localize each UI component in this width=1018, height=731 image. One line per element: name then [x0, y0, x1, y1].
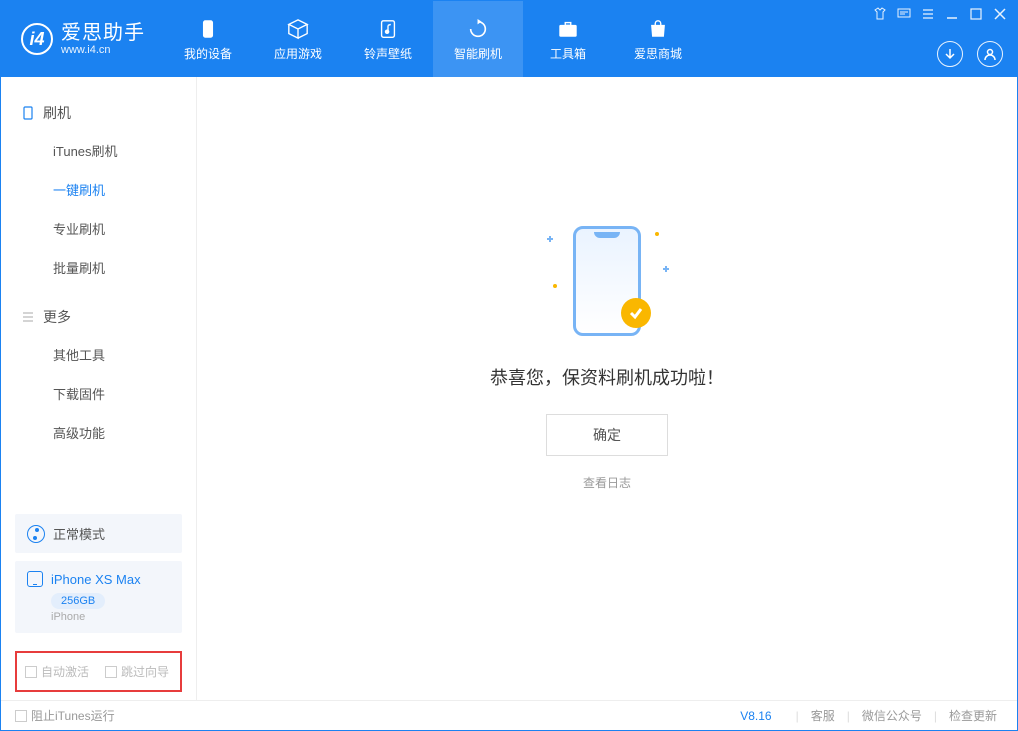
cube-icon	[286, 17, 310, 41]
body: 刷机 iTunes刷机 一键刷机 专业刷机 批量刷机 更多 其他工具 下载固件 …	[1, 77, 1017, 700]
sidebar-item-firmware[interactable]: 下载固件	[1, 374, 196, 413]
nav-label: 智能刷机	[454, 45, 502, 62]
refresh-icon	[466, 17, 490, 41]
device-icon	[27, 571, 43, 587]
nav-label: 铃声壁纸	[364, 45, 412, 62]
success-illustration	[573, 226, 641, 336]
music-icon	[376, 17, 400, 41]
menu-icon[interactable]	[921, 7, 935, 21]
sidebar: 刷机 iTunes刷机 一键刷机 专业刷机 批量刷机 更多 其他工具 下载固件 …	[1, 77, 197, 700]
maximize-icon[interactable]	[969, 7, 983, 21]
close-icon[interactable]	[993, 7, 1007, 21]
nav-label: 我的设备	[184, 45, 232, 62]
divider: |	[928, 709, 943, 723]
minimize-icon[interactable]	[945, 7, 959, 21]
nav-toolbox[interactable]: 工具箱	[523, 1, 613, 77]
sparkle-icon	[547, 236, 553, 242]
list-icon	[21, 310, 35, 324]
sidebar-item-itunes[interactable]: iTunes刷机	[1, 131, 196, 170]
main-content: 恭喜您，保资料刷机成功啦！ 确定 查看日志	[197, 77, 1017, 700]
window-controls	[873, 7, 1007, 21]
group-title: 更多	[43, 307, 71, 327]
download-button[interactable]	[937, 41, 963, 67]
device-box[interactable]: iPhone XS Max 256GB iPhone	[15, 561, 182, 633]
checkbox-icon	[15, 710, 27, 722]
footer-link-service[interactable]: 客服	[805, 707, 841, 724]
device-name: iPhone XS Max	[51, 572, 141, 587]
nav-apps[interactable]: 应用游戏	[253, 1, 343, 77]
nav-my-device[interactable]: 我的设备	[163, 1, 253, 77]
nav-store[interactable]: 爱思商城	[613, 1, 703, 77]
sidebar-group-more: 更多	[1, 299, 196, 335]
divider: |	[841, 709, 856, 723]
checkbox-label: 自动激活	[41, 663, 89, 680]
app-url: www.i4.cn	[61, 44, 145, 56]
logo-icon: i4	[21, 23, 53, 55]
nav-label: 应用游戏	[274, 45, 322, 62]
sidebar-item-oneclick[interactable]: 一键刷机	[1, 170, 196, 209]
success-message: 恭喜您，保资料刷机成功啦！	[490, 364, 724, 390]
nav-label: 工具箱	[550, 45, 586, 62]
shirt-icon[interactable]	[873, 7, 887, 21]
nav-flash[interactable]: 智能刷机	[433, 1, 523, 77]
footer-link-wechat[interactable]: 微信公众号	[856, 707, 928, 724]
mode-icon	[27, 525, 45, 543]
user-button[interactable]	[977, 41, 1003, 67]
checkbox-auto-activate[interactable]: 自动激活	[25, 663, 89, 680]
checkbox-icon	[25, 666, 37, 678]
sidebar-group-flash: 刷机	[1, 95, 196, 131]
device-type: iPhone	[51, 611, 170, 623]
check-badge-icon	[621, 298, 651, 328]
header-actions	[937, 41, 1003, 67]
sidebar-item-pro[interactable]: 专业刷机	[1, 209, 196, 248]
phone-icon	[21, 106, 35, 120]
checkbox-skip-guide[interactable]: 跳过向导	[105, 663, 169, 680]
dot-icon	[655, 232, 659, 236]
checkbox-label: 跳过向导	[121, 663, 169, 680]
device-icon	[196, 17, 220, 41]
device-storage: 256GB	[51, 593, 105, 609]
sidebar-item-batch[interactable]: 批量刷机	[1, 248, 196, 287]
sparkle-icon	[663, 266, 669, 272]
checkbox-block-itunes[interactable]: 阻止iTunes运行	[15, 707, 115, 724]
logo[interactable]: i4 爱思助手 www.i4.cn	[1, 1, 163, 77]
checkbox-label: 阻止iTunes运行	[31, 707, 115, 724]
nav-ringtones[interactable]: 铃声壁纸	[343, 1, 433, 77]
footer-link-update[interactable]: 检查更新	[943, 707, 1003, 724]
options-row: 自动激活 跳过向导	[15, 651, 182, 692]
checkbox-icon	[105, 666, 117, 678]
briefcase-icon	[556, 17, 580, 41]
nav-label: 爱思商城	[634, 45, 682, 62]
feedback-icon[interactable]	[897, 7, 911, 21]
app-name: 爱思助手	[61, 22, 145, 44]
mode-label: 正常模式	[53, 524, 105, 543]
group-title: 刷机	[43, 103, 71, 123]
version-label: V8.16	[740, 709, 771, 723]
sidebar-item-advanced[interactable]: 高级功能	[1, 413, 196, 452]
view-log-link[interactable]: 查看日志	[583, 474, 631, 491]
ok-button[interactable]: 确定	[546, 414, 668, 456]
footer: 阻止iTunes运行 V8.16 | 客服 | 微信公众号 | 检查更新	[1, 700, 1017, 730]
dot-icon	[553, 284, 557, 288]
mode-box[interactable]: 正常模式	[15, 514, 182, 553]
bag-icon	[646, 17, 670, 41]
divider: |	[790, 709, 805, 723]
header: i4 爱思助手 www.i4.cn 我的设备 应用游戏 铃声壁纸 智能刷机 工具…	[1, 1, 1017, 77]
sidebar-item-tools[interactable]: 其他工具	[1, 335, 196, 374]
